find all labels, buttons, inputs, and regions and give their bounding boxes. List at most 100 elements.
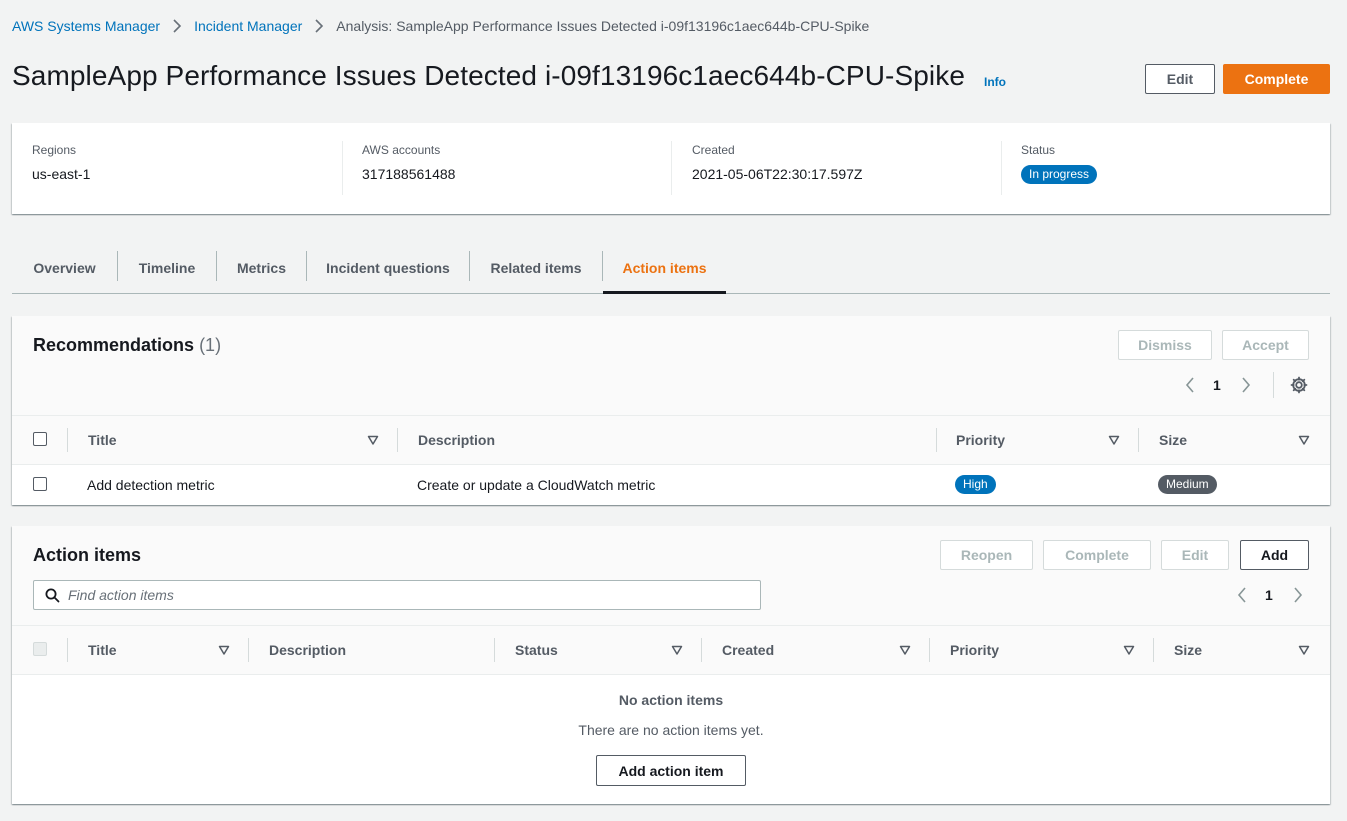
sort-down-icon[interactable] <box>1108 434 1120 446</box>
column-divider <box>936 428 937 452</box>
column-description[interactable]: Description <box>269 626 346 674</box>
page-number[interactable]: 1 <box>1213 377 1221 393</box>
accounts-value: 317188561488 <box>362 166 456 182</box>
column-size[interactable]: Size <box>1174 626 1202 674</box>
tab-overview[interactable]: Overview <box>12 242 117 294</box>
table-row[interactable]: Add detection metric Create or update a … <box>12 465 1330 505</box>
status-label: Status <box>1021 143 1056 157</box>
edit-button[interactable]: Edit <box>1145 64 1215 94</box>
regions-label: Regions <box>32 143 77 157</box>
action-items-pagination: 1 <box>1237 586 1303 604</box>
column-divider <box>67 638 68 662</box>
select-all-checkbox <box>33 642 47 656</box>
regions-field: Regions us-east-1 <box>32 143 90 197</box>
reopen-button[interactable]: Reopen <box>940 540 1033 570</box>
sort-down-icon[interactable] <box>1123 644 1135 656</box>
action-items-table-header: Title Description Status Created Priorit… <box>12 625 1330 675</box>
column-description[interactable]: Description <box>418 416 495 464</box>
tab-timeline[interactable]: Timeline <box>118 242 216 294</box>
regions-value: us-east-1 <box>32 166 91 182</box>
complete-button[interactable]: Complete <box>1223 64 1330 94</box>
sort-down-icon[interactable] <box>1298 644 1310 656</box>
info-link[interactable]: Info <box>984 75 1006 89</box>
column-divider <box>397 428 398 452</box>
created-value: 2021-05-06T22:30:17.597Z <box>692 166 863 182</box>
column-priority[interactable]: Priority <box>950 626 999 674</box>
chevron-left-icon[interactable] <box>1237 587 1247 603</box>
search-icon <box>45 588 60 603</box>
divider <box>342 141 343 195</box>
recommendations-panel: Recommendations (1) Dismiss Accept 1 Tit… <box>12 316 1330 505</box>
column-divider <box>248 638 249 662</box>
recommendations-title-text: Recommendations <box>33 335 195 355</box>
empty-state-text: There are no action items yet. <box>578 722 764 738</box>
tab-action-items[interactable]: Action items <box>603 242 726 294</box>
recommendations-table-header: Title Description Priority Size <box>12 415 1330 465</box>
chevron-right-icon <box>314 19 324 33</box>
empty-state-title: No action items <box>618 692 724 708</box>
accept-button[interactable]: Accept <box>1222 330 1309 360</box>
row-title: Add detection metric <box>87 477 215 493</box>
search-field[interactable] <box>33 580 761 610</box>
chevron-right-icon[interactable] <box>1293 587 1303 603</box>
sort-down-icon[interactable] <box>218 644 230 656</box>
column-priority[interactable]: Priority <box>956 416 1005 464</box>
recommendations-count: (1) <box>199 335 222 355</box>
select-all-checkbox[interactable] <box>33 432 47 446</box>
incident-summary: Regions us-east-1 AWS accounts 317188561… <box>12 123 1330 214</box>
action-items-title: Action items <box>33 545 142 565</box>
accounts-label: AWS accounts <box>362 143 441 157</box>
status-field: Status In progress <box>1021 143 1098 197</box>
chevron-left-icon[interactable] <box>1185 377 1195 393</box>
add-action-item-button[interactable]: Add action item <box>596 755 746 786</box>
tab-incident-questions[interactable]: Incident questions <box>307 242 469 294</box>
column-status[interactable]: Status <box>515 626 558 674</box>
status-badge: In progress <box>1021 165 1098 184</box>
action-items-panel: Action items Reopen Complete Edit Add 1 … <box>12 526 1330 804</box>
column-size[interactable]: Size <box>1159 416 1187 464</box>
accounts-field: AWS accounts 317188561488 <box>362 143 455 197</box>
action-items-header: Action items Reopen Complete Edit Add 1 <box>12 526 1330 625</box>
edit-action-button[interactable]: Edit <box>1161 540 1229 570</box>
chevron-right-icon[interactable] <box>1241 377 1251 393</box>
page-number[interactable]: 1 <box>1265 587 1273 603</box>
created-field: Created 2021-05-06T22:30:17.597Z <box>692 143 862 197</box>
row-description: Create or update a CloudWatch metric <box>417 477 656 493</box>
column-divider <box>929 638 930 662</box>
sort-down-icon[interactable] <box>1298 434 1310 446</box>
divider <box>671 141 672 195</box>
column-divider <box>67 428 68 452</box>
priority-badge: High <box>955 475 996 494</box>
breadcrumb-current: Analysis: SampleApp Performance Issues D… <box>336 18 870 34</box>
recommendations-title: Recommendations (1) <box>33 335 221 356</box>
tab-related-items[interactable]: Related items <box>470 242 602 294</box>
add-button[interactable]: Add <box>1240 540 1309 570</box>
column-divider <box>494 638 495 662</box>
recommendations-header: Recommendations (1) Dismiss Accept 1 <box>12 316 1330 415</box>
chevron-right-icon <box>172 19 182 33</box>
sort-down-icon[interactable] <box>367 434 379 446</box>
created-label: Created <box>692 143 735 157</box>
breadcrumb: AWS Systems Manager Incident Manager Ana… <box>12 16 869 36</box>
gear-icon[interactable] <box>1290 376 1308 394</box>
column-divider <box>1138 428 1139 452</box>
column-divider <box>1153 638 1154 662</box>
column-title[interactable]: Title <box>88 626 117 674</box>
tab-metrics[interactable]: Metrics <box>217 242 306 294</box>
page-title: SampleApp Performance Issues Detected i-… <box>12 60 965 91</box>
breadcrumb-systems-manager[interactable]: AWS Systems Manager <box>12 18 160 34</box>
column-created[interactable]: Created <box>722 626 774 674</box>
tab-bar: Overview Timeline Metrics Incident quest… <box>12 242 1330 294</box>
sort-down-icon[interactable] <box>671 644 683 656</box>
divider <box>1001 141 1002 195</box>
row-checkbox[interactable] <box>33 477 47 491</box>
active-tab-indicator <box>603 291 726 294</box>
breadcrumb-incident-manager[interactable]: Incident Manager <box>194 18 302 34</box>
size-badge: Medium <box>1158 475 1217 494</box>
sort-down-icon[interactable] <box>899 644 911 656</box>
complete-action-button[interactable]: Complete <box>1043 540 1151 570</box>
search-input[interactable] <box>68 581 748 609</box>
dismiss-button[interactable]: Dismiss <box>1118 330 1212 360</box>
column-title[interactable]: Title <box>88 416 117 464</box>
recommendations-pagination: 1 <box>1185 376 1251 394</box>
